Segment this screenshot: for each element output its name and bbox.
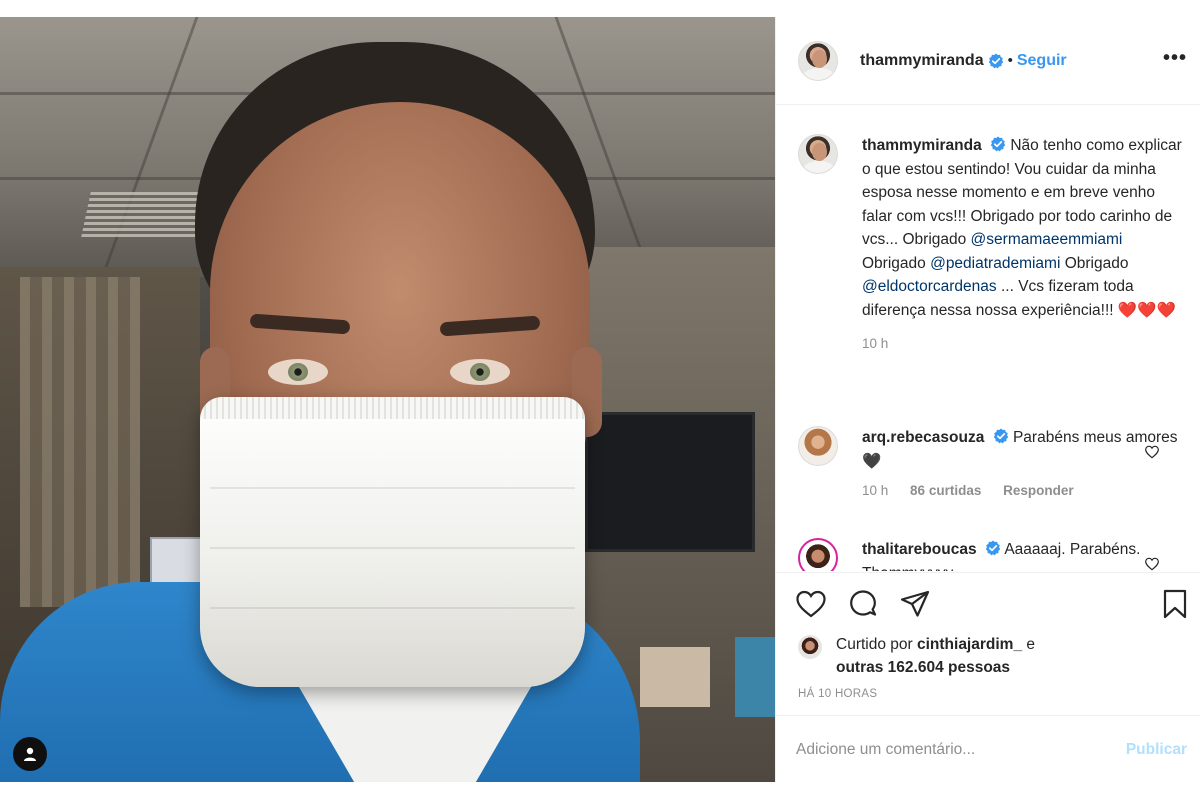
avatar-shirt	[803, 67, 835, 80]
post-sidebar: thammymiranda • Seguir ••• thammymiranda…	[775, 17, 1200, 782]
caption-text-part: Obrigado	[1060, 254, 1129, 272]
user-icon	[24, 747, 36, 761]
mask-pleat	[210, 487, 575, 489]
comment-text: arq.rebecasouza Parabéns meus amores 🖤	[862, 426, 1188, 473]
verified-badge-icon	[990, 136, 1006, 152]
likes-middle: e	[1022, 636, 1036, 653]
likes-others[interactable]: outras 162.604 pessoas	[836, 659, 1010, 676]
tv-screen	[585, 412, 755, 552]
verified-badge-icon	[993, 428, 1008, 444]
separator-dot: •	[1007, 52, 1013, 69]
bookmark-icon[interactable]	[1158, 587, 1192, 621]
likes-text: Curtido por cinthiajardim_ e outras 162.…	[836, 633, 1035, 679]
box	[735, 637, 775, 717]
follow-button[interactable]: Seguir	[1017, 52, 1067, 70]
eye	[268, 359, 328, 385]
verified-badge-icon	[988, 53, 1003, 68]
mask-pleat	[210, 547, 575, 549]
mask-edge	[200, 397, 585, 419]
commenter-avatar[interactable]	[798, 426, 838, 466]
iris	[288, 363, 308, 381]
verified-badge-icon	[985, 540, 1001, 556]
commenter-username[interactable]: arq.rebecasouza	[862, 429, 984, 446]
comments-list[interactable]: thammymiranda Não tenho como explicar o …	[776, 106, 1200, 571]
post-header: thammymiranda • Seguir •••	[776, 17, 1200, 105]
author-username[interactable]: thammymiranda	[860, 52, 984, 70]
tagged-users-button[interactable]	[13, 737, 47, 771]
comment-item: thalitareboucas Aaaaaaj. Parabéns. Thamm…	[798, 538, 1188, 571]
share-send-icon[interactable]	[898, 587, 932, 621]
commenter-avatar[interactable]	[798, 538, 838, 571]
likes-summary: Curtido por cinthiajardim_ e outras 162.…	[798, 633, 1035, 679]
comment-item: arq.rebecasouza Parabéns meus amores 🖤 1…	[798, 426, 1188, 498]
more-options-icon[interactable]: •••	[1163, 47, 1187, 70]
avatar-shirt	[803, 161, 835, 173]
caption-time[interactable]: 10 h	[862, 336, 888, 351]
mention-link[interactable]: @eldoctorcardenas	[862, 278, 997, 295]
caption-username[interactable]: thammymiranda	[862, 137, 982, 154]
caption-avatar[interactable]	[798, 134, 838, 174]
liker-username[interactable]: cinthiajardim_	[917, 636, 1022, 653]
author-avatar[interactable]	[798, 40, 838, 81]
caption-text: thammymiranda Não tenho como explicar o …	[862, 134, 1188, 322]
comment-meta: 10 h 86 curtidas Responder	[862, 483, 1188, 498]
commenter-username[interactable]: thalitareboucas	[862, 541, 977, 558]
post-timestamp[interactable]: HÁ 10 HORAS	[798, 688, 877, 700]
caption: thammymiranda Não tenho como explicar o …	[798, 134, 1188, 351]
surgical-mask	[200, 397, 585, 687]
publish-button[interactable]: Publicar	[1126, 741, 1187, 759]
comment-bubble-icon[interactable]	[846, 587, 880, 621]
like-comment-icon[interactable]	[1144, 556, 1160, 571]
reply-button[interactable]: Responder	[1003, 483, 1074, 498]
add-comment-bar: Publicar	[776, 715, 1200, 783]
mask-pleat	[210, 607, 575, 609]
curtain	[20, 277, 140, 607]
like-comment-icon[interactable]	[1144, 444, 1160, 460]
caption-text-part: Obrigado	[862, 254, 931, 272]
avatar-face	[812, 143, 827, 161]
box	[640, 647, 710, 707]
comment-input[interactable]	[796, 734, 1096, 766]
like-heart-icon[interactable]	[794, 587, 828, 621]
post-photo[interactable]	[0, 17, 775, 782]
hearts-emoji: ❤️❤️❤️	[1117, 301, 1176, 319]
comment-text: thalitareboucas Aaaaaaj. Parabéns. Thamm…	[862, 538, 1188, 571]
caption-meta: 10 h	[862, 336, 1188, 351]
eye	[450, 359, 510, 385]
ceiling-vent	[81, 192, 211, 237]
avatar-face	[812, 49, 827, 68]
iris	[470, 363, 490, 381]
mention-link[interactable]: @pediatrademiami	[930, 255, 1060, 272]
mention-link[interactable]: @sermamaeemmiami	[971, 231, 1123, 248]
liker-avatar[interactable]	[798, 635, 822, 659]
comment-time[interactable]: 10 h	[862, 483, 888, 498]
post-actions: Curtido por cinthiajardim_ e outras 162.…	[776, 572, 1200, 782]
likes-prefix: Curtido por	[836, 636, 917, 653]
comment-likes[interactable]: 86 curtidas	[910, 483, 981, 498]
